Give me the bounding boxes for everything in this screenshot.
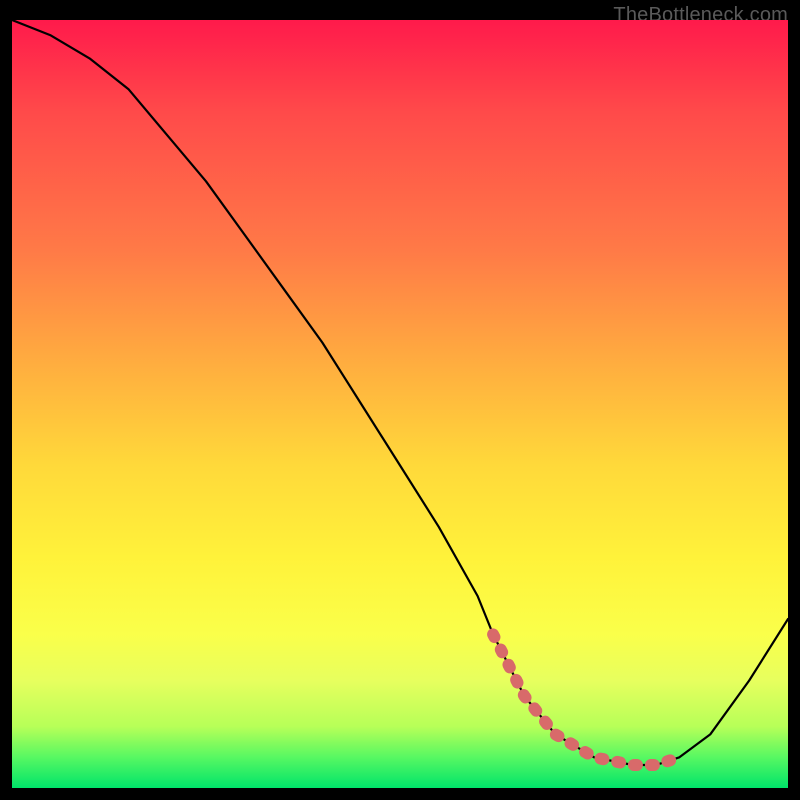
chart-container: TheBottleneck.com [0,0,800,800]
plot-area [12,20,788,788]
chart-svg [12,20,788,788]
optimal-range-highlight [493,634,679,765]
bottleneck-curve [12,20,788,765]
